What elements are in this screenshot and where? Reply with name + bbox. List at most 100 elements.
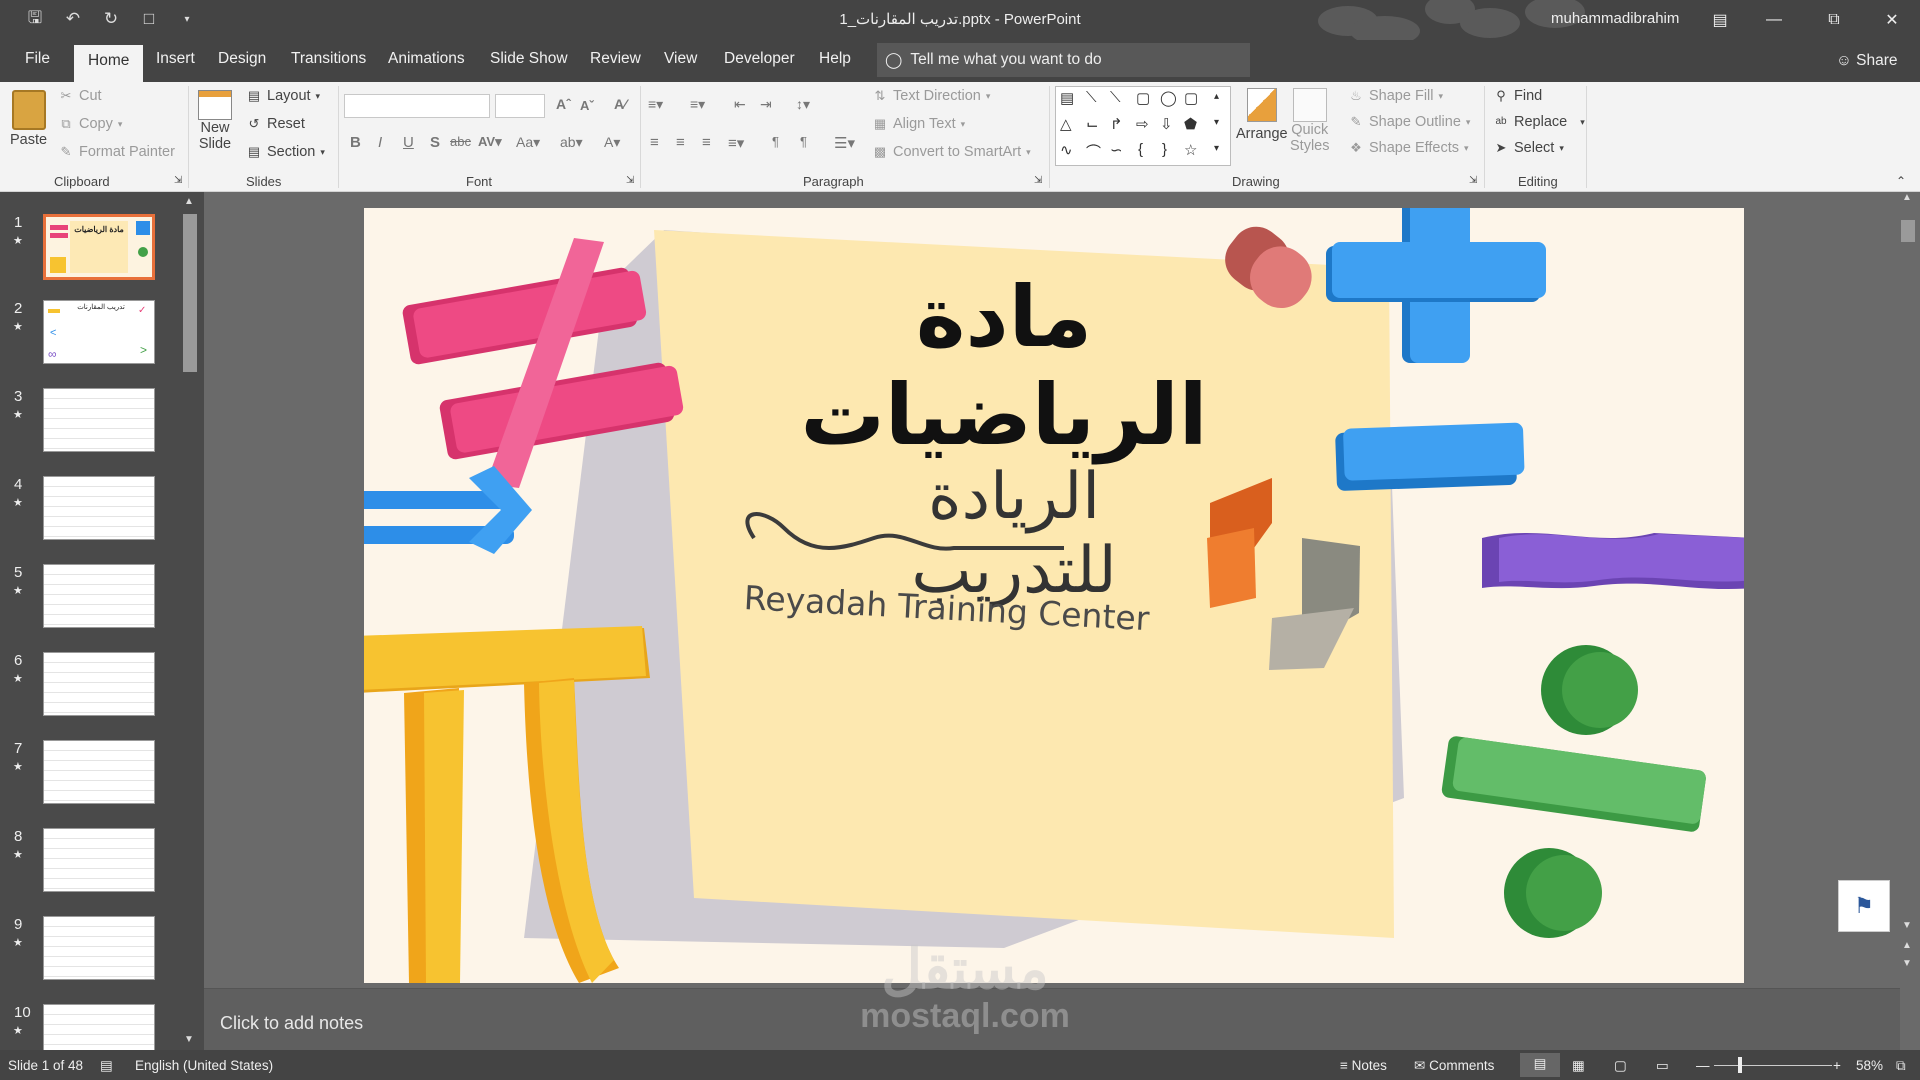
line-spacing-icon[interactable]: ↕▾: [796, 96, 810, 113]
star-shape-icon[interactable]: ☆: [1184, 141, 1197, 159]
ribbon-display-options-icon[interactable]: ▤: [1698, 5, 1742, 35]
slide-thumbnail-2[interactable]: 2 ★ تدريب المقارنات ✓ < > ∞: [0, 300, 180, 378]
notes-placeholder[interactable]: Click to add notes: [220, 1013, 363, 1034]
curve-shape-icon[interactable]: ∽: [1110, 141, 1123, 159]
cut-button[interactable]: ✂ Cut: [58, 88, 102, 104]
font-size-combo[interactable]: [495, 94, 545, 118]
account-name[interactable]: muhammadibrahim: [1551, 10, 1679, 27]
text-shadow-icon[interactable]: S: [430, 134, 440, 151]
italic-icon[interactable]: I: [378, 134, 382, 151]
zoom-slider-track[interactable]: [1714, 1065, 1832, 1066]
gallery-down-icon[interactable]: ▾: [1214, 117, 1219, 128]
triangle-shape-icon[interactable]: △: [1060, 115, 1072, 133]
tab-review[interactable]: Review: [590, 50, 641, 68]
find-button[interactable]: ⚲ Find: [1493, 88, 1542, 104]
notes-pane[interactable]: Click to add notes: [204, 988, 1900, 1050]
strikethrough-icon[interactable]: abc: [450, 134, 471, 149]
textbox-shape-icon[interactable]: ▤: [1060, 89, 1074, 107]
slide-thumbnail-4[interactable]: 4 ★: [0, 476, 180, 554]
slide-scrollbar[interactable]: ▲ ▼ ▲ ▼: [1898, 192, 1918, 988]
arrange-button[interactable]: Arrange: [1236, 88, 1288, 142]
layout-button[interactable]: ▤ Layout ▾: [246, 88, 320, 104]
drawing-launcher-icon[interactable]: ⇲: [1469, 175, 1477, 186]
align-center-icon[interactable]: ≡: [676, 134, 685, 151]
slideshow-view-icon[interactable]: ▭: [1656, 1058, 1669, 1074]
normal-view-icon[interactable]: ▤: [1520, 1053, 1560, 1077]
arrow-line-shape-icon[interactable]: ⟍: [1110, 89, 1121, 106]
tell-me-box[interactable]: ◯ Tell me what you want to do: [877, 43, 1250, 77]
right-arrow-shape-icon[interactable]: ⇨: [1136, 115, 1149, 133]
align-left-icon[interactable]: ≡: [650, 134, 659, 151]
save-icon[interactable]: 🖫: [24, 8, 46, 30]
down-arrow-shape-icon[interactable]: ⇩: [1160, 115, 1173, 133]
slide-canvas[interactable]: مادة الرياضيات الريادة للتدريب Reyadah T…: [364, 208, 1744, 983]
arc-shape-icon[interactable]: ⌒: [1086, 141, 1101, 162]
right-brace-shape-icon[interactable]: }: [1162, 141, 1167, 158]
increase-font-size-icon[interactable]: Aˆ: [556, 96, 571, 112]
freeform-shape-icon[interactable]: ∿: [1060, 141, 1073, 159]
gallery-up-icon[interactable]: ▴: [1214, 91, 1219, 102]
previous-slide-icon[interactable]: ▲: [1902, 940, 1912, 951]
rtl-icon[interactable]: ¶: [800, 134, 807, 149]
text-direction-button[interactable]: ⇅ Text Direction ▾: [872, 88, 991, 104]
minimize-icon[interactable]: —: [1752, 5, 1796, 35]
increase-indent-icon[interactable]: ⇥: [760, 96, 772, 113]
align-text-button[interactable]: ▦ Align Text ▾: [872, 116, 965, 132]
line-shape-icon[interactable]: ⟍: [1086, 89, 1097, 106]
replace-button[interactable]: ab Replace ▾: [1493, 114, 1584, 130]
reset-button[interactable]: ↺ Reset: [246, 116, 305, 132]
tab-home[interactable]: Home: [74, 45, 144, 82]
ltr-icon[interactable]: ¶: [772, 134, 779, 149]
section-button[interactable]: ▤ Section ▾: [246, 144, 325, 160]
decrease-font-size-icon[interactable]: Aˇ: [580, 98, 594, 113]
gallery-more-icon[interactable]: ▾: [1214, 143, 1219, 154]
scroll-down-icon[interactable]: ▼: [1902, 920, 1912, 931]
character-spacing-icon[interactable]: AV▾: [478, 134, 502, 150]
left-brace-shape-icon[interactable]: {: [1138, 141, 1143, 158]
paste-button[interactable]: Paste: [10, 90, 47, 148]
undo-icon[interactable]: ↶: [62, 8, 84, 30]
font-launcher-icon[interactable]: ⇲: [626, 175, 634, 186]
tab-transitions[interactable]: Transitions: [291, 50, 366, 68]
tab-animations[interactable]: Animations: [388, 50, 465, 68]
clipboard-launcher-icon[interactable]: ⇲: [174, 175, 182, 186]
scroll-thumb[interactable]: [1901, 220, 1915, 242]
shape-effects-button[interactable]: ❖ Shape Effects ▾: [1348, 140, 1468, 156]
underline-icon[interactable]: U: [403, 134, 414, 151]
close-icon[interactable]: ✕: [1870, 5, 1914, 35]
oval-shape-icon[interactable]: ◯: [1160, 89, 1177, 107]
copy-button[interactable]: ⧉ Copy ▾: [58, 116, 122, 132]
align-right-icon[interactable]: ≡: [702, 134, 711, 151]
spellcheck-icon[interactable]: ▤: [100, 1058, 113, 1074]
bookmark-icon[interactable]: ⚑: [1838, 880, 1890, 932]
notes-toggle[interactable]: ≡ Notes: [1340, 1058, 1387, 1073]
quick-styles-button[interactable]: Quick Styles: [1290, 88, 1330, 154]
tab-file[interactable]: File: [25, 50, 50, 68]
slide-thumbnail-6[interactable]: 6 ★: [0, 652, 180, 730]
scroll-up-icon[interactable]: ▲: [1902, 192, 1912, 203]
share-button[interactable]: ☺ Share: [1836, 52, 1898, 70]
language-status[interactable]: English (United States): [135, 1058, 273, 1073]
tab-help[interactable]: Help: [819, 50, 851, 68]
decrease-indent-icon[interactable]: ⇤: [734, 96, 746, 113]
slide-thumbnail-1[interactable]: 1 ★ مادة الرياضيات: [0, 214, 180, 292]
zoom-level[interactable]: 58%: [1856, 1058, 1883, 1073]
customize-qat-icon[interactable]: ▾: [176, 8, 198, 30]
slide-thumbnail-8[interactable]: 8 ★: [0, 828, 180, 906]
tab-design[interactable]: Design: [218, 50, 266, 68]
tab-insert[interactable]: Insert: [156, 50, 195, 68]
bold-icon[interactable]: B: [350, 134, 361, 151]
presentation-icon[interactable]: □: [138, 8, 160, 30]
slide-title[interactable]: مادة الرياضيات: [704, 268, 1304, 464]
tab-view[interactable]: View: [664, 50, 697, 68]
slide-sorter-icon[interactable]: ▦: [1572, 1058, 1585, 1074]
change-case-icon[interactable]: Aa▾: [516, 134, 540, 151]
slide-thumbnail-10[interactable]: 10 ★: [0, 1004, 180, 1050]
scroll-thumb[interactable]: [183, 214, 197, 372]
columns-icon[interactable]: ☰▾: [834, 134, 855, 152]
clear-formatting-icon[interactable]: A⁄: [614, 96, 626, 112]
slide-counter[interactable]: Slide 1 of 48: [8, 1058, 83, 1073]
zoom-slider-thumb[interactable]: [1738, 1057, 1742, 1073]
convert-smartart-button[interactable]: ▩ Convert to SmartArt ▾: [872, 144, 1031, 160]
font-color-icon[interactable]: A▾: [604, 134, 620, 151]
